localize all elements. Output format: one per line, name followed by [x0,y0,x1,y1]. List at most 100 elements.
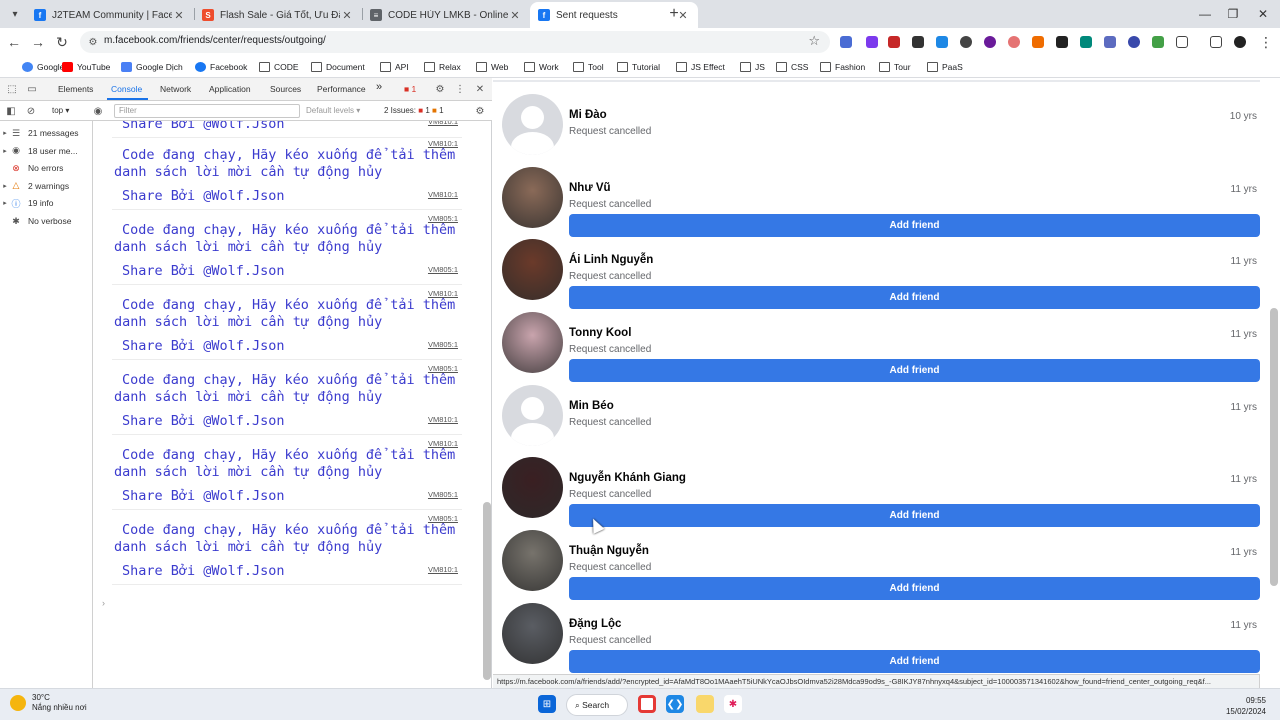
bookmark-css[interactable]: CSS [776,60,808,74]
minimize-button[interactable]: — [1190,4,1220,24]
devtools-tab-network[interactable]: Network [160,84,191,94]
bookmark-tutorial[interactable]: Tutorial [617,60,660,74]
extension-icon[interactable] [866,36,878,48]
friend-name[interactable]: Tonny Kool [569,327,631,339]
bookmark-js-effect[interactable]: JS Effect [676,60,725,74]
bookmark-tour[interactable]: Tour [879,60,911,74]
bookmark-fashion[interactable]: Fashion [820,60,865,74]
forward-arrow-icon[interactable]: → [28,32,48,52]
extension-icon[interactable] [888,36,900,48]
error-badge[interactable]: ■ 1 [404,84,416,94]
device-toolbar-icon[interactable]: ▭ [26,83,38,95]
sidebar-toggle-icon[interactable]: ◧ [5,105,17,117]
extension-icon[interactable] [840,36,852,48]
taskbar-search[interactable]: ⌕ Search [566,694,628,716]
bookmark-tool[interactable]: Tool [573,60,604,74]
browser-tab[interactable]: f J2TEAM Community | Facebo ✕ [26,2,194,28]
avatar[interactable] [502,312,563,373]
more-options-icon[interactable]: ⋮ [454,83,466,95]
console-sidebar-item[interactable]: ▸ ◉ 18 user me... [0,143,92,159]
console-prompt-icon[interactable]: › [102,598,105,608]
weather-widget[interactable]: 30°C Nắng nhiều nơi [10,693,87,713]
devtools-tab-console[interactable]: Console [111,84,142,94]
extension-icon[interactable] [984,36,996,48]
extension-icon[interactable] [1032,36,1044,48]
extension-icon[interactable] [1152,36,1164,48]
extension-icon[interactable] [1080,36,1092,48]
avatar[interactable] [502,457,563,518]
extension-icon[interactable] [960,36,972,48]
address-bar[interactable]: ⚙ m.facebook.com/friends/center/requests… [80,31,830,53]
clear-console-icon[interactable]: ⊘ [25,105,37,117]
avatar[interactable] [502,385,563,446]
friend-name[interactable]: Như Vũ [569,182,611,194]
bookmark-web[interactable]: Web [476,60,508,74]
profile-avatar[interactable] [1234,36,1246,48]
bookmark-google-dịch[interactable]: Google Dịch [121,60,183,74]
bookmark-work[interactable]: Work [524,60,559,74]
issues-counter[interactable]: 2 Issues: ■ 1 ■ 1 [384,106,444,115]
extensions-puzzle-icon[interactable] [1176,36,1188,48]
inspect-element-icon[interactable]: ⬚ [6,83,18,95]
side-panel-icon[interactable] [1210,36,1222,48]
add-friend-button[interactable]: Add friend [569,214,1260,237]
file-explorer-icon[interactable] [696,695,714,713]
bookmark-paas[interactable]: PaaS [927,60,963,74]
close-devtools-icon[interactable]: ✕ [474,83,486,95]
chrome-icon[interactable] [638,695,656,713]
back-arrow-icon[interactable]: ← [4,32,24,52]
console-settings-icon[interactable]: ⚙ [474,105,486,117]
friend-name[interactable]: Đặng Lộc [569,618,621,630]
bookmark-facebook[interactable]: Facebook [195,60,247,74]
avatar[interactable] [502,603,563,664]
log-levels-dropdown[interactable]: Default levels ▾ [306,106,360,115]
system-clock[interactable]: 09:55 15/02/2024 [1226,695,1266,717]
devtools-tab-performance[interactable]: Performance [317,84,366,94]
close-window-button[interactable]: ✕ [1248,4,1278,24]
page-scrollbar[interactable] [1270,308,1278,586]
friend-name[interactable]: Mi Đào [569,109,607,121]
avatar[interactable] [502,167,563,228]
console-sidebar-item[interactable]: ⊗ No errors [0,160,92,176]
bookmark-document[interactable]: Document [311,60,365,74]
site-info-icon[interactable]: ⚙ [86,35,100,49]
bookmark-code[interactable]: CODE [259,60,299,74]
bookmark-youtube[interactable]: YouTube [62,60,110,74]
friend-name[interactable]: Nguyễn Khánh Giang [569,472,686,484]
devtools-tab-application[interactable]: Application [209,84,251,94]
avatar[interactable] [502,239,563,300]
devtools-tab-elements[interactable]: Elements [58,84,93,94]
devtools-tab-sources[interactable]: Sources [270,84,301,94]
new-tab-button[interactable]: + [664,4,684,24]
bookmark-js[interactable]: JS [740,60,765,74]
restore-button[interactable]: ❐ [1218,4,1248,24]
browser-tab[interactable]: ≡ CODE HỦY LMKB - Online No✕ [362,2,530,28]
tab-search-chevron-icon[interactable]: ▾ [4,4,26,24]
browser-menu-icon[interactable]: ⋮ [1256,32,1276,52]
windows-start-icon[interactable]: ⊞ [538,695,556,713]
close-tab-icon[interactable]: ✕ [172,9,186,22]
close-tab-icon[interactable]: ✕ [340,9,354,22]
extension-icon[interactable] [1056,36,1068,48]
reload-icon[interactable]: ↻ [52,32,72,52]
extension-icon[interactable] [912,36,924,48]
extension-icon[interactable] [936,36,948,48]
friend-name[interactable]: Thuận Nguyễn [569,545,649,557]
avatar[interactable] [502,530,563,591]
bookmark-api[interactable]: API [380,60,409,74]
bookmark-star-icon[interactable]: ☆ [808,33,820,49]
filter-input[interactable]: Filter [114,104,300,118]
browser-tab[interactable]: S Flash Sale - Giá Tốt, Ưu Đãi Kh✕ [194,2,362,28]
console-sidebar-item[interactable]: ▸ ☰ 21 messages [0,125,92,141]
friend-name[interactable]: Ái Linh Nguyễn [569,254,653,266]
add-friend-button[interactable]: Add friend [569,504,1260,527]
extension-icon[interactable] [1008,36,1020,48]
context-selector[interactable]: top ▾ [52,106,69,115]
console-sidebar-item[interactable]: ▸ ⓘ 19 info [0,195,92,211]
add-friend-button[interactable]: Add friend [569,650,1260,673]
eye-icon[interactable]: ◉ [92,105,104,117]
vscode-icon[interactable]: ❮❯ [666,695,684,713]
console-scrollbar[interactable] [483,502,491,680]
add-friend-button[interactable]: Add friend [569,359,1260,382]
settings-gear-icon[interactable]: ⚙ [434,83,446,95]
